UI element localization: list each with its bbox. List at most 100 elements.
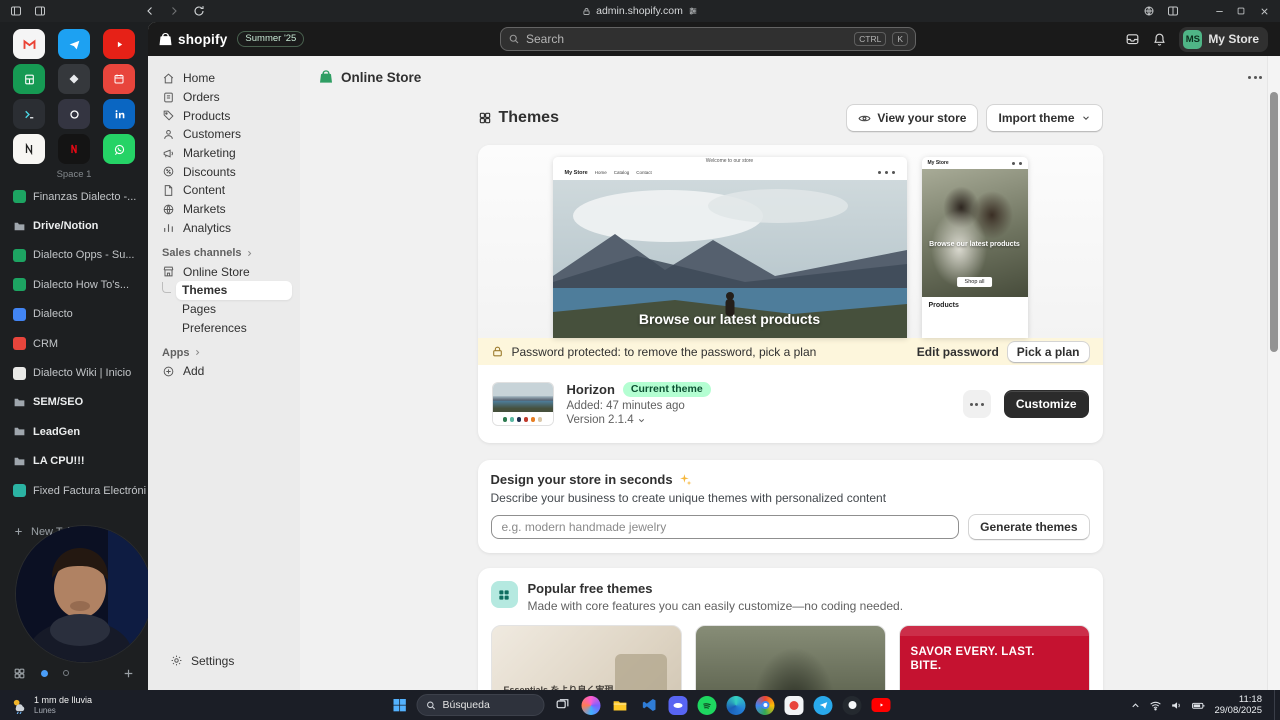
github-icon[interactable] — [841, 694, 864, 717]
nav-item-discounts[interactable]: Discounts — [156, 162, 292, 181]
desktop-preview[interactable]: Welcome to our store My Store Home Catal… — [552, 157, 907, 338]
notifications-bell-icon[interactable] — [1152, 32, 1167, 47]
apps-section[interactable]: Apps — [162, 344, 286, 362]
task-view-icon[interactable] — [551, 694, 574, 717]
nav-item-customers[interactable]: Customers — [156, 125, 292, 144]
customize-button[interactable]: Customize — [1003, 390, 1089, 418]
arc-browser-icon[interactable] — [580, 694, 603, 717]
gmail-icon[interactable] — [13, 29, 45, 59]
sidebar-folder-sem-seo[interactable]: SEM/SEO — [6, 388, 146, 417]
sheets-icon[interactable] — [13, 64, 45, 94]
sidebar-item-dialecto-howtos[interactable]: Dialecto How To's... — [6, 270, 146, 299]
scrollbar-thumb[interactable] — [1269, 92, 1278, 352]
nav-item-markets[interactable]: Markets — [156, 200, 292, 219]
linkedin-icon[interactable] — [103, 99, 135, 129]
free-theme-card-3[interactable]: SAVOR EVERY. LAST. BITE. — [898, 625, 1090, 690]
taskbar-clock[interactable]: 11:18 29/08/2025 — [1214, 694, 1266, 717]
new-space-plus-icon[interactable] — [122, 667, 135, 680]
sidebar-toggle-icon[interactable] — [7, 2, 25, 20]
nav-item-home[interactable]: Home — [156, 69, 292, 88]
back-icon[interactable] — [141, 2, 159, 20]
taskbar-search[interactable]: Búsqueda — [416, 694, 545, 716]
theme-version[interactable]: Version 2.1.4 — [567, 414, 711, 426]
active-space-dot-icon[interactable] — [41, 669, 48, 677]
nav-item-online-store[interactable]: Online Store — [156, 262, 292, 281]
edit-password-button[interactable]: Edit password — [917, 345, 999, 359]
pick-a-plan-button[interactable]: Pick a plan — [1006, 340, 1090, 363]
discord-icon[interactable] — [667, 694, 690, 717]
telegram-taskbar-icon[interactable] — [812, 694, 835, 717]
nav-subitem-preferences[interactable]: Preferences — [176, 318, 292, 337]
admin-search-bar[interactable]: Search CTRL K — [500, 27, 916, 51]
calendar-icon[interactable] — [103, 64, 135, 94]
theme-more-button[interactable] — [962, 390, 991, 418]
sidebar-item-dialecto[interactable]: Dialecto — [6, 300, 146, 329]
youtube-icon[interactable] — [103, 29, 135, 59]
nav-item-settings[interactable]: Settings — [164, 651, 284, 670]
notion-icon[interactable] — [13, 134, 45, 164]
edition-badge[interactable]: Summer '25 — [237, 31, 305, 47]
import-theme-button[interactable]: Import theme — [986, 104, 1103, 132]
maximize-icon[interactable] — [1232, 2, 1250, 20]
free-theme-card-1[interactable]: Essentials をより良く実現。 — [490, 625, 682, 690]
chrome-icon[interactable] — [754, 694, 777, 717]
nav-subitem-pages[interactable]: Pages — [176, 300, 292, 319]
extensions-icon[interactable] — [1140, 2, 1158, 20]
show-desktop-button[interactable] — [1274, 690, 1277, 720]
tray-chevron-up-icon[interactable] — [1130, 700, 1141, 711]
netflix-icon[interactable] — [58, 134, 90, 164]
minimize-icon[interactable] — [1210, 2, 1228, 20]
theme-prompt-input[interactable] — [490, 515, 960, 539]
terminal-icon[interactable] — [13, 99, 45, 129]
address-bar[interactable]: admin.shopify.com — [340, 0, 940, 22]
chatgpt-icon[interactable] — [58, 99, 90, 129]
close-icon[interactable] — [1255, 2, 1273, 20]
spotify-icon[interactable] — [696, 694, 719, 717]
sparkles-icon — [679, 474, 692, 486]
sales-channels-section[interactable]: Sales channels — [162, 244, 286, 262]
mobile-preview[interactable]: My Store Browse our latest products Shop… — [921, 157, 1028, 338]
youtube-taskbar-icon[interactable] — [870, 694, 893, 717]
sidebar-item-dialecto-opps[interactable]: Dialecto Opps - Su... — [6, 241, 146, 270]
nav-item-orders[interactable]: Orders — [156, 88, 292, 107]
start-button[interactable] — [388, 694, 411, 717]
app-icon-5[interactable] — [58, 64, 90, 94]
nav-item-content[interactable]: Content — [156, 181, 292, 200]
inbox-icon[interactable] — [1125, 32, 1140, 47]
sidebar-item-finanzas[interactable]: Finanzas Dialecto -... — [6, 182, 146, 211]
sidebar-item-dialecto-wiki[interactable]: Dialecto Wiki | Inicio — [6, 358, 146, 387]
volume-icon[interactable] — [1170, 699, 1183, 712]
sidebar-item-crm[interactable]: CRM — [6, 329, 146, 358]
store-menu[interactable]: MS My Store — [1179, 26, 1268, 52]
nav-item-analytics[interactable]: Analytics — [156, 219, 292, 238]
battery-icon[interactable] — [1191, 699, 1206, 712]
nav-subitem-themes[interactable]: Themes — [162, 280, 292, 300]
split-view-icon[interactable] — [1164, 2, 1182, 20]
weather-widget[interactable]: 1 mm de lluvia Lunes — [5, 692, 98, 718]
space-label[interactable]: Space 1 — [0, 169, 148, 180]
edge-icon[interactable] — [725, 694, 748, 717]
sidebar-folder-leadgen[interactable]: LeadGen — [6, 417, 146, 446]
wifi-icon[interactable] — [1149, 699, 1162, 712]
nav-item-marketing[interactable]: Marketing — [156, 144, 292, 163]
whatsapp-icon[interactable] — [103, 134, 135, 164]
photos-icon[interactable] — [783, 694, 806, 717]
vscode-icon[interactable] — [638, 694, 661, 717]
page-scrollbar[interactable] — [1267, 56, 1280, 690]
sidebar-folder-la-cpu[interactable]: LA CPU!!! — [6, 447, 146, 476]
sidebar-folder-drive-notion[interactable]: Drive/Notion — [6, 211, 146, 240]
generate-themes-button[interactable]: Generate themes — [968, 514, 1090, 540]
view-store-button[interactable]: View your store — [846, 104, 979, 132]
page-more-button[interactable] — [1248, 75, 1262, 79]
window-layout-icon[interactable] — [31, 2, 49, 20]
telegram-icon[interactable] — [58, 29, 90, 59]
sidebar-item-fixed-factura[interactable]: Fixed Factura Electróni... — [6, 476, 146, 505]
reload-icon[interactable] — [190, 2, 208, 20]
free-theme-card-2[interactable]: New arrivals — [694, 625, 886, 690]
spaces-grid-icon[interactable] — [13, 667, 26, 680]
file-explorer-icon[interactable] — [609, 694, 632, 717]
nav-item-products[interactable]: Products — [156, 106, 292, 125]
nav-item-add-app[interactable]: Add — [156, 362, 292, 381]
space-dot-icon[interactable] — [63, 670, 69, 676]
forward-icon[interactable] — [165, 2, 183, 20]
